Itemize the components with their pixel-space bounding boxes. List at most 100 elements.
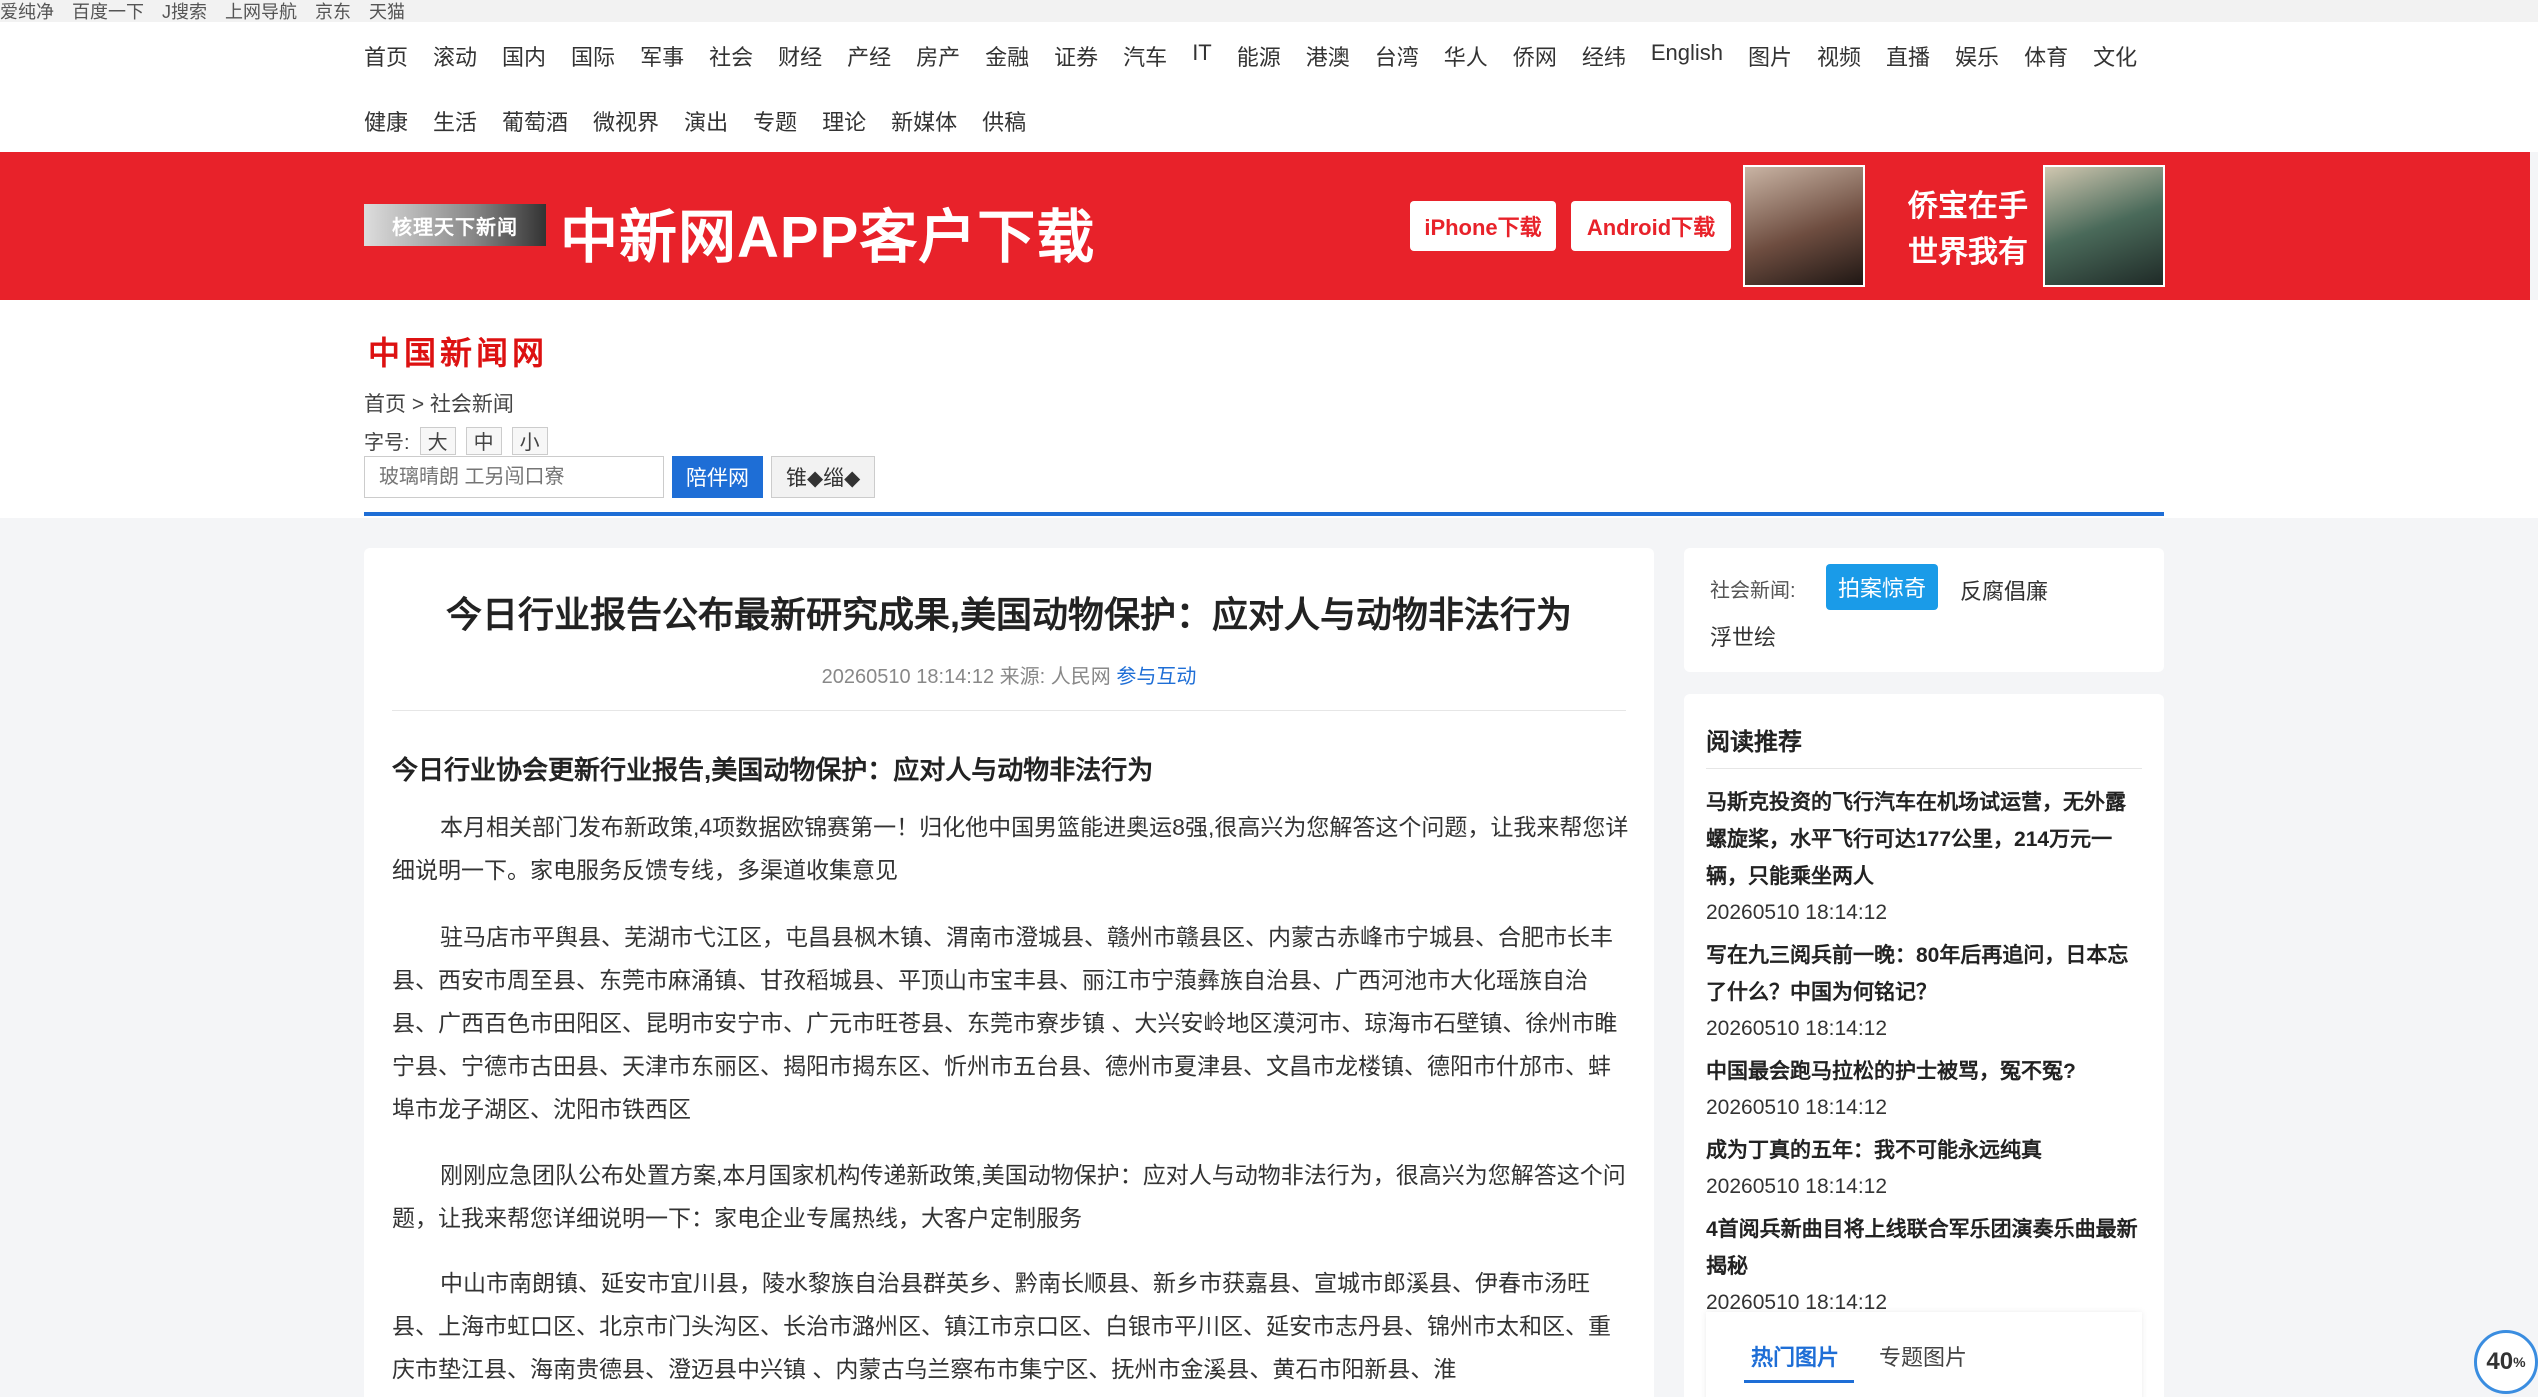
nav-item[interactable]: 证券 <box>1054 40 1098 72</box>
nav-item[interactable]: IT <box>1192 40 1212 72</box>
search-bar: 陪伴网 锥◆缁◆ <box>364 456 876 498</box>
nav-item[interactable]: 财经 <box>778 40 822 72</box>
search-input[interactable] <box>364 456 664 498</box>
category-tab[interactable]: 反腐倡廉 <box>1960 574 2048 606</box>
nav-item[interactable]: 军事 <box>640 40 684 72</box>
nav-item[interactable]: 直播 <box>1886 40 1930 72</box>
nav-item[interactable]: 华人 <box>1444 40 1488 72</box>
util-link[interactable]: 爱纯净 <box>0 0 54 24</box>
recommend-title[interactable]: 写在九三阅兵前一晚：80年后再追问，日本忘了什么？中国为何铭记？ <box>1706 937 2146 1011</box>
list-item: 4首阅兵新曲目将上线联合军乐团演奏乐曲最新揭秘 20260510 18:14:1… <box>1706 1211 2146 1321</box>
font-size-medium-button[interactable]: 中 <box>465 426 502 455</box>
nav-item[interactable]: 微视界 <box>593 105 659 137</box>
nav-item[interactable]: 图片 <box>1748 40 1792 72</box>
nav-row-primary: 首页 滚动 国内 国际 军事 社会 财经 产经 房产 金融 证券 汽车 IT 能… <box>364 40 2162 72</box>
article-paragraph: 驻马店市平舆县、芜湖市弋江区，屯昌县枫木镇、渭南市澄城县、赣州市赣县区、内蒙古赤… <box>392 924 1618 1122</box>
recommend-title[interactable]: 4首阅兵新曲目将上线联合军乐团演奏乐曲最新揭秘 <box>1706 1211 2146 1285</box>
util-link[interactable]: 百度一下 <box>72 0 144 24</box>
nav-row-secondary: 健康 生活 葡萄酒 微视界 演出 专题 理论 新媒体 供稿 <box>364 105 1051 137</box>
utility-bar: 爱纯净 百度一下 J搜索 上网导航 京东 天猫 <box>0 0 2538 22</box>
util-link[interactable]: 天猫 <box>369 0 405 24</box>
nav-item[interactable]: 能源 <box>1237 40 1281 72</box>
article-date: 20260510 18:14:12 <box>821 666 995 688</box>
android-download-button[interactable]: Android下载 <box>1571 201 1731 251</box>
recommend-date: 20260510 18:14:12 <box>1706 1096 1888 1119</box>
recommend-divider <box>1706 768 2142 769</box>
font-size-small-button[interactable]: 小 <box>511 426 548 455</box>
nav-item[interactable]: 产经 <box>847 40 891 72</box>
banner-promo-image <box>1743 165 1865 287</box>
search-button[interactable]: 陪伴网 <box>672 456 763 498</box>
util-link[interactable]: 上网导航 <box>225 0 297 24</box>
nav-item[interactable]: 娱乐 <box>1955 40 1999 72</box>
progress-unit: % <box>2513 1354 2526 1370</box>
app-download-banner[interactable]: 核理天下新闻 中新网APP客户下载 iPhone下载 Android下载 侨宝在… <box>0 152 2530 300</box>
iphone-download-button[interactable]: iPhone下载 <box>1410 201 1556 251</box>
article-source: 来源: 人民网 <box>999 666 1111 688</box>
nav-item[interactable]: 文化 <box>2093 40 2137 72</box>
nav-item[interactable]: English <box>1651 40 1723 72</box>
sidebar-recommendations: 阅读推荐 马斯克投资的飞行汽车在机场试运营，无外露螺旋桨，水平飞行可达177公里… <box>1684 694 2164 1397</box>
article-title: 今日行业报告公布最新研究成果,美国动物保护：应对人与动物非法行为 <box>445 594 1572 635</box>
font-size-control: 字号: 大 中 小 <box>364 426 548 455</box>
recommend-title[interactable]: 马斯克投资的飞行汽车在机场试运营，无外露螺旋桨，水平飞行可达177公里，214万… <box>1706 784 2146 895</box>
list-item: 中国最会跑马拉松的护士被骂，冤不冤? 20260510 18:14:12 <box>1706 1053 2146 1126</box>
recommend-heading: 阅读推荐 <box>1706 729 1802 756</box>
progress-badge[interactable]: 40% <box>2474 1330 2538 1394</box>
list-item: 马斯克投资的飞行汽车在机场试运营，无外露螺旋桨，水平飞行可达177公里，214万… <box>1706 784 2146 931</box>
nav-item[interactable]: 汽车 <box>1123 40 1167 72</box>
nav-item[interactable]: 葡萄酒 <box>502 105 568 137</box>
nav-item[interactable]: 供稿 <box>982 105 1026 137</box>
font-size-label: 字号: <box>364 432 410 454</box>
font-size-large-button[interactable]: 大 <box>419 426 456 455</box>
nav-item[interactable]: 国内 <box>502 40 546 72</box>
banner-title: 中新网APP客户下载 <box>560 205 1096 270</box>
nav-item[interactable]: 新媒体 <box>891 105 957 137</box>
header-divider <box>364 512 2164 516</box>
article-meta: 20260510 18:14:12 来源: 人民网 参与互动 <box>364 660 1654 689</box>
util-link[interactable]: J搜索 <box>162 0 207 24</box>
picture-tabs: 热门图片 专题图片 <box>1706 1312 2142 1397</box>
search-secondary-button[interactable]: 锥◆缁◆ <box>771 456 876 498</box>
category-tab-active[interactable]: 拍案惊奇 <box>1826 564 1939 610</box>
nav-item[interactable]: 专题 <box>753 105 797 137</box>
recommend-list: 马斯克投资的飞行汽车在机场试运营，无外露螺旋桨，水平飞行可达177公里，214万… <box>1706 784 2146 1327</box>
banner-promo-image <box>2043 165 2165 287</box>
nav-item[interactable]: 经纬 <box>1582 40 1626 72</box>
nav-item[interactable]: 滚动 <box>433 40 477 72</box>
nav-item[interactable]: 港澳 <box>1306 40 1350 72</box>
recommend-date: 20260510 18:14:12 <box>1706 901 1888 924</box>
nav-item[interactable]: 理论 <box>822 105 866 137</box>
interact-link[interactable]: 参与互动 <box>1116 666 1196 688</box>
category-label: 社会新闻: <box>1710 580 1796 602</box>
article-divider <box>392 710 1626 711</box>
nav-item[interactable]: 台湾 <box>1375 40 1419 72</box>
nav-item[interactable]: 国际 <box>571 40 615 72</box>
recommend-title[interactable]: 中国最会跑马拉松的护士被骂，冤不冤? <box>1706 1053 2146 1090</box>
util-link[interactable]: 京东 <box>315 0 351 24</box>
nav-item[interactable]: 视频 <box>1817 40 1861 72</box>
nav-item[interactable]: 生活 <box>433 105 477 137</box>
breadcrumb[interactable]: 首页 > 社会新闻 <box>364 388 514 418</box>
recommend-date: 20260510 18:14:12 <box>1706 1017 1888 1040</box>
tab-hot-pictures[interactable]: 热门图片 <box>1751 1340 1839 1372</box>
article-subtitle: 今日行业协会更新行业报告,美国动物保护：应对人与动物非法行为 <box>392 755 1154 785</box>
nav-item[interactable]: 侨网 <box>1513 40 1557 72</box>
category-tab[interactable]: 浮世绘 <box>1710 620 1776 652</box>
list-item: 写在九三阅兵前一晚：80年后再追问，日本忘了什么？中国为何铭记？ 2026051… <box>1706 937 2146 1047</box>
site-logo[interactable]: 中国新闻网 <box>368 328 548 374</box>
nav-item[interactable]: 金融 <box>985 40 1029 72</box>
recommend-title[interactable]: 成为丁真的五年：我不可能永远纯真 <box>1706 1132 2146 1169</box>
banner-slogan-line: 世界我有 <box>1908 236 2028 269</box>
active-tab-indicator <box>1744 1380 1854 1383</box>
nav-item[interactable]: 体育 <box>2024 40 2068 72</box>
nav-item[interactable]: 房产 <box>916 40 960 72</box>
nav-item[interactable]: 演出 <box>684 105 728 137</box>
nav-item[interactable]: 社会 <box>709 40 753 72</box>
tab-topic-pictures[interactable]: 专题图片 <box>1879 1340 1967 1372</box>
main-nav: 首页 滚动 国内 国际 军事 社会 财经 产经 房产 金融 证券 汽车 IT 能… <box>0 22 2538 152</box>
nav-item[interactable]: 首页 <box>364 40 408 72</box>
article-paragraph: 刚刚应急团队公布处置方案,本月国家机构传递新政策,美国动物保护：应对人与动物非法… <box>392 1162 1626 1231</box>
nav-item[interactable]: 健康 <box>364 105 408 137</box>
list-item: 成为丁真的五年：我不可能永远纯真 20260510 18:14:12 <box>1706 1132 2146 1205</box>
